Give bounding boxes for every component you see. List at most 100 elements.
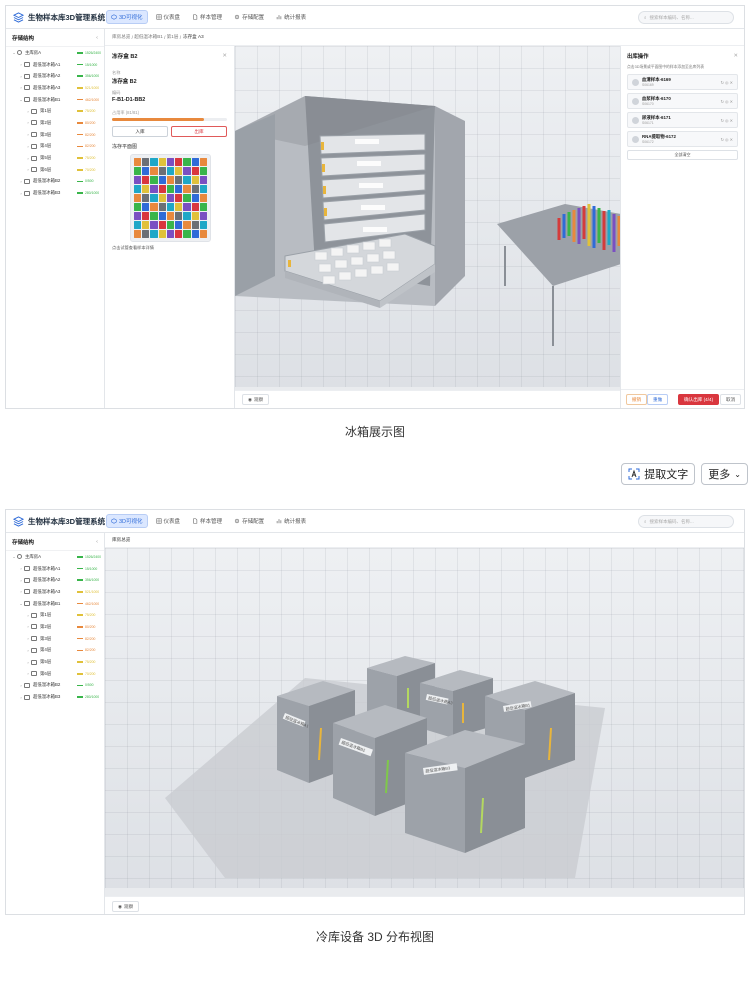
tube-cell[interactable] (183, 158, 191, 166)
tube-cell[interactable] (166, 203, 175, 211)
tube-cell[interactable] (134, 230, 142, 238)
cancel-button[interactable]: 取消 (720, 394, 742, 405)
nav-3d[interactable]: 3D可视化 (106, 10, 148, 24)
tube-cell[interactable] (183, 230, 191, 238)
tree-item[interactable]: › 超低温冰箱B3 280/1000 (6, 187, 104, 199)
tube-cell[interactable] (166, 212, 175, 220)
tube-cell[interactable] (158, 185, 166, 193)
tube-cell[interactable] (150, 194, 158, 202)
tube-cell[interactable] (142, 212, 150, 220)
breadcrumb-item[interactable]: 库房总览 (112, 34, 130, 40)
tree-item[interactable]: › 超低温冰箱A1 15/1000 (6, 59, 104, 71)
tube-cell[interactable] (142, 176, 150, 184)
item-actions[interactable]: ↻ ◎ ✕ (721, 137, 733, 142)
outbound-item[interactable]: RNA提取物-6172 S06172 ↻ ◎ ✕ (627, 131, 738, 147)
tube-cell[interactable] (199, 230, 207, 238)
nav-3d[interactable]: 3D可视化 (106, 514, 148, 528)
nav-reports[interactable]: 统计报表 (272, 514, 310, 528)
tube-cell[interactable] (142, 167, 150, 175)
nav-storage-config[interactable]: 存储配置 (230, 10, 268, 24)
tree-item[interactable]: › 第4层 82/200 (6, 645, 104, 657)
tube-cell[interactable] (166, 158, 175, 166)
stock-out-button[interactable]: 出库 (171, 126, 227, 137)
tube-cell[interactable] (175, 176, 183, 184)
tube-cell[interactable] (134, 158, 142, 166)
box-tube-grid[interactable] (130, 154, 211, 242)
item-actions[interactable]: ↻ ◎ ✕ (721, 80, 733, 85)
nav-samples[interactable]: 样本管理 (188, 10, 226, 24)
tube-cell[interactable] (175, 203, 183, 211)
tube-cell[interactable] (183, 221, 191, 229)
tube-cell[interactable] (166, 167, 175, 175)
tube-cell[interactable] (166, 185, 175, 193)
tube-cell[interactable] (175, 185, 183, 193)
tree-item[interactable]: › 第5层 75/200 (6, 152, 104, 164)
tree-item[interactable]: › 第3层 82/200 (6, 633, 104, 645)
breadcrumb-item[interactable]: 第1层 (167, 34, 179, 40)
tube-cell[interactable] (166, 194, 175, 202)
tube-cell[interactable] (199, 212, 207, 220)
tube-cell[interactable] (134, 194, 142, 202)
tube-cell[interactable] (175, 212, 183, 220)
collapse-icon[interactable]: ‹ (96, 35, 98, 41)
tube-cell[interactable] (158, 221, 166, 229)
tube-cell[interactable] (199, 221, 207, 229)
tree-item[interactable]: › 第4层 82/200 (6, 141, 104, 153)
tube-cell[interactable] (183, 212, 191, 220)
nav-samples[interactable]: 样本管理 (188, 514, 226, 528)
tube-cell[interactable] (191, 176, 199, 184)
tree-item[interactable]: ⌄ 超低温冰箱B1 462/1000 (6, 94, 104, 106)
tube-cell[interactable] (158, 176, 166, 184)
tree-item[interactable]: › 第2层 80/200 (6, 117, 104, 129)
tube-cell[interactable] (175, 194, 183, 202)
tube-cell[interactable] (150, 158, 158, 166)
3d-scene[interactable]: 超低温冰箱A3 超低温冰箱A1 超低温冰箱B1 超低温冰箱B2 超低温冰箱B3 (105, 548, 744, 888)
tube-cell[interactable] (191, 230, 199, 238)
tube-cell[interactable] (191, 221, 199, 229)
observe-button[interactable]: ◉ 观察 (112, 901, 140, 912)
search-input[interactable]: ⌕ 搜索样本编码、名称... (638, 515, 734, 528)
nav-storage-config[interactable]: 存储配置 (230, 514, 268, 528)
tree-item[interactable]: › 第1层 75/200 (6, 105, 104, 117)
confirm-outbound-button[interactable]: 确认出库 (4/4) (678, 394, 720, 405)
tree-item[interactable]: › 超低温冰箱A3 521/1000 (6, 82, 104, 94)
tube-cell[interactable] (199, 203, 207, 211)
tube-cell[interactable] (158, 230, 166, 238)
tree-item[interactable]: › 超低温冰箱A2 356/1000 (6, 574, 104, 586)
tube-cell[interactable] (191, 212, 199, 220)
tube-cell[interactable] (175, 167, 183, 175)
tree-item[interactable]: ⌄ 主库房A 1526/2400 (6, 47, 104, 59)
tube-cell[interactable] (199, 185, 207, 193)
tube-cell[interactable] (134, 212, 142, 220)
tube-cell[interactable] (142, 185, 150, 193)
tube-cell[interactable] (183, 194, 191, 202)
tube-cell[interactable] (191, 185, 199, 193)
tube-cell[interactable] (142, 221, 150, 229)
nav-dashboard[interactable]: 仪表盘 (152, 514, 185, 528)
tube-cell[interactable] (142, 194, 150, 202)
item-actions[interactable]: ↻ ◎ ✕ (721, 99, 733, 104)
tube-cell[interactable] (158, 158, 166, 166)
outbound-item[interactable]: 血浆样本-6170 S06170 ↻ ◎ ✕ (627, 93, 738, 109)
more-button[interactable]: 更多 ⌄ (701, 463, 748, 485)
tree-item[interactable]: › 超低温冰箱A1 15/1000 (6, 563, 104, 575)
tree-item[interactable]: › 第5层 75/200 (6, 656, 104, 668)
tree-item[interactable]: › 超低温冰箱A3 521/1000 (6, 586, 104, 598)
tube-cell[interactable] (183, 176, 191, 184)
tube-cell[interactable] (191, 194, 199, 202)
tube-cell[interactable] (134, 185, 142, 193)
tree-item[interactable]: › 第1层 75/200 (6, 609, 104, 621)
tube-cell[interactable] (158, 203, 166, 211)
tree-item[interactable]: › 超低温冰箱B3 280/1000 (6, 691, 104, 703)
tube-cell[interactable] (142, 230, 150, 238)
nav-dashboard[interactable]: 仪表盘 (152, 10, 185, 24)
close-icon[interactable]: ✕ (733, 53, 738, 59)
tree-item[interactable]: › 第6层 70/200 (6, 668, 104, 680)
tube-cell[interactable] (158, 194, 166, 202)
tube-cell[interactable] (134, 176, 142, 184)
tube-cell[interactable] (142, 158, 150, 166)
tree-item[interactable]: › 第6层 70/200 (6, 164, 104, 176)
tree-item[interactable]: ⌄ 主库房A 1526/2400 (6, 551, 104, 563)
tube-cell[interactable] (199, 167, 207, 175)
tube-cell[interactable] (150, 167, 158, 175)
